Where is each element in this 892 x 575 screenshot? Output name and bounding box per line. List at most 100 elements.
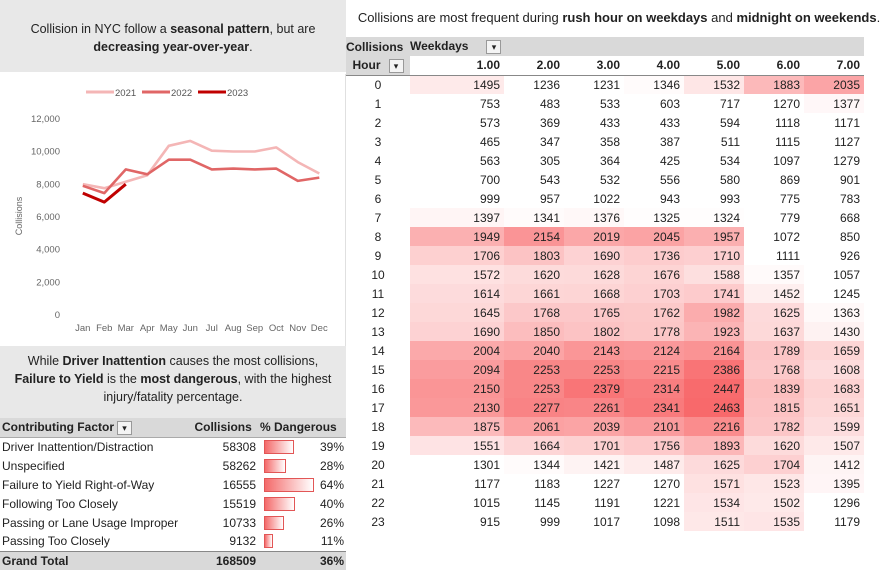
heat-cell[interactable]: 753 (410, 94, 504, 113)
heat-cell[interactable]: 1097 (744, 151, 804, 170)
heat-cell[interactable]: 2253 (504, 379, 564, 398)
heat-cell[interactable]: 915 (410, 512, 504, 531)
heat-cell[interactable]: 1279 (804, 151, 864, 170)
heat-cell[interactable]: 2094 (410, 360, 504, 379)
heat-cell[interactable]: 347 (504, 132, 564, 151)
heat-cell[interactable]: 1301 (410, 455, 504, 474)
heat-cell[interactable]: 1118 (744, 113, 804, 132)
heat-cell[interactable]: 1768 (744, 360, 804, 379)
heat-cell[interactable]: 1571 (684, 474, 744, 493)
heat-cell[interactable]: 869 (744, 170, 804, 189)
heat-cell[interactable]: 1765 (564, 303, 624, 322)
heat-cell[interactable]: 1115 (744, 132, 804, 151)
heat-cell[interactable]: 1534 (684, 493, 744, 512)
heat-cell[interactable]: 2150 (410, 379, 504, 398)
factor-row[interactable]: Failure to Yield Right-of-Way 16555 64% (0, 475, 346, 494)
heat-cell[interactable]: 2164 (684, 341, 744, 360)
heat-cell[interactable]: 603 (624, 94, 684, 113)
heat-cell[interactable]: 1171 (804, 113, 864, 132)
heat-cell[interactable]: 1179 (804, 512, 864, 531)
heat-cell[interactable]: 433 (624, 113, 684, 132)
heat-cell[interactable]: 1145 (504, 493, 564, 512)
heat-cell[interactable]: 2447 (684, 379, 744, 398)
heat-cell[interactable]: 1430 (804, 322, 864, 341)
heat-cell[interactable]: 305 (504, 151, 564, 170)
heat-cell[interactable]: 779 (744, 208, 804, 227)
heat-cell[interactable]: 1346 (624, 75, 684, 94)
heat-cell[interactable]: 1270 (744, 94, 804, 113)
heat-cell[interactable]: 433 (564, 113, 624, 132)
heat-cell[interactable]: 901 (804, 170, 864, 189)
heat-cell[interactable]: 1599 (804, 417, 864, 436)
heat-cell[interactable]: 563 (410, 151, 504, 170)
heat-cell[interactable]: 2216 (684, 417, 744, 436)
factor-row[interactable]: Unspecified 58262 28% (0, 456, 346, 475)
heat-cell[interactable]: 1659 (804, 341, 864, 360)
heat-cell[interactable]: 1608 (804, 360, 864, 379)
heat-cell[interactable]: 1245 (804, 284, 864, 303)
heat-cell[interactable]: 1762 (624, 303, 684, 322)
heat-cell[interactable]: 2019 (564, 227, 624, 246)
heat-cell[interactable]: 2039 (564, 417, 624, 436)
heat-cell[interactable]: 2035 (804, 75, 864, 94)
heat-cell[interactable]: 1957 (684, 227, 744, 246)
heat-cell[interactable]: 1452 (744, 284, 804, 303)
heat-cell[interactable]: 700 (410, 170, 504, 189)
heat-cell[interactable]: 1620 (744, 436, 804, 455)
heat-cell[interactable]: 999 (410, 189, 504, 208)
heat-cell[interactable]: 573 (410, 113, 504, 132)
heat-cell[interactable]: 1683 (804, 379, 864, 398)
heat-cell[interactable]: 387 (624, 132, 684, 151)
heat-cell[interactable]: 2314 (624, 379, 684, 398)
heat-cell[interactable]: 1344 (504, 455, 564, 474)
heat-cell[interactable]: 1875 (410, 417, 504, 436)
heat-cell[interactable]: 1625 (744, 303, 804, 322)
heat-cell[interactable]: 1324 (684, 208, 744, 227)
heat-cell[interactable]: 775 (744, 189, 804, 208)
heat-cell[interactable]: 1377 (804, 94, 864, 113)
heat-cell[interactable]: 1923 (684, 322, 744, 341)
heat-cell[interactable]: 1572 (410, 265, 504, 284)
heat-cell[interactable]: 2045 (624, 227, 684, 246)
heat-cell[interactable]: 1072 (744, 227, 804, 246)
heat-cell[interactable]: 993 (684, 189, 744, 208)
heat-cell[interactable]: 1850 (504, 322, 564, 341)
heat-cell[interactable]: 1296 (804, 493, 864, 512)
heat-cell[interactable]: 1710 (684, 246, 744, 265)
heat-cell[interactable]: 2215 (624, 360, 684, 379)
heat-cell[interactable]: 1883 (744, 75, 804, 94)
heat-cell[interactable]: 1803 (504, 246, 564, 265)
heat-cell[interactable]: 1523 (744, 474, 804, 493)
heat-cell[interactable]: 957 (504, 189, 564, 208)
heat-cell[interactable]: 1701 (564, 436, 624, 455)
chevron-down-icon[interactable]: ▾ (486, 39, 502, 54)
heat-cell[interactable]: 1015 (410, 493, 504, 512)
heat-cell[interactable]: 1789 (744, 341, 804, 360)
heat-cell[interactable]: 1395 (804, 474, 864, 493)
heat-cell[interactable]: 2261 (564, 398, 624, 417)
heat-cell[interactable]: 1376 (564, 208, 624, 227)
heat-cell[interactable]: 1502 (744, 493, 804, 512)
heat-cell[interactable]: 1511 (684, 512, 744, 531)
heat-cell[interactable]: 1236 (504, 75, 564, 94)
heat-cell[interactable]: 1628 (564, 265, 624, 284)
heat-cell[interactable]: 364 (564, 151, 624, 170)
collisions-line-chart[interactable]: 0 2,000 4,000 6,000 8,000 10,000 12,000 Jan Feb M… (0, 74, 346, 346)
heat-cell[interactable]: 999 (504, 512, 564, 531)
heat-cell[interactable]: 1588 (684, 265, 744, 284)
factor-row[interactable]: Following Too Closely 15519 40% (0, 494, 346, 513)
heat-cell[interactable]: 1357 (744, 265, 804, 284)
heat-cell[interactable]: 1736 (624, 246, 684, 265)
heat-cell[interactable]: 943 (624, 189, 684, 208)
heat-cell[interactable]: 1191 (564, 493, 624, 512)
heat-cell[interactable]: 1706 (410, 246, 504, 265)
heat-cell[interactable]: 926 (804, 246, 864, 265)
heat-cell[interactable]: 1221 (624, 493, 684, 512)
heat-cell[interactable]: 580 (684, 170, 744, 189)
heat-cell[interactable]: 1756 (624, 436, 684, 455)
heat-cell[interactable]: 1620 (504, 265, 564, 284)
heat-cell[interactable]: 1661 (504, 284, 564, 303)
heat-cell[interactable]: 1741 (684, 284, 744, 303)
heat-cell[interactable]: 532 (564, 170, 624, 189)
heat-cell[interactable]: 1839 (744, 379, 804, 398)
